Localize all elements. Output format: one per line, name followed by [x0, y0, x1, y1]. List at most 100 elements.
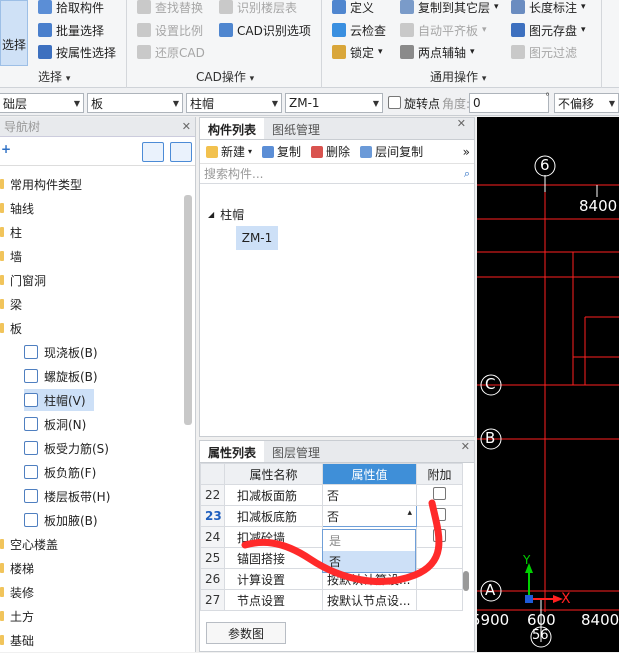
- nav-item[interactable]: 梁: [0, 293, 22, 315]
- nav-item[interactable]: 轴线: [0, 197, 34, 219]
- category-select[interactable]: 板 ▼: [87, 93, 183, 113]
- angle-unit: °: [545, 92, 550, 103]
- nav-item[interactable]: 板洞(N): [24, 413, 94, 435]
- search-icon[interactable]: ⌕: [464, 167, 470, 181]
- lock-button[interactable]: 锁定 ▾: [332, 42, 383, 62]
- floor-select[interactable]: 础层 ▼: [0, 93, 84, 113]
- nav-item[interactable]: 土方: [0, 605, 34, 627]
- recognize-floor-table-button[interactable]: 识别楼层表: [219, 0, 297, 17]
- nav-scrollbar[interactable]: [184, 195, 192, 425]
- component-tree-parent[interactable]: ◢ 柱帽: [208, 206, 244, 223]
- type-select[interactable]: 柱帽 ▼: [186, 93, 282, 113]
- nav-item[interactable]: 空心楼盖: [0, 533, 58, 555]
- bottom-dimension-1: 5900: [477, 611, 510, 629]
- element-save-button[interactable]: 图元存盘 ▾: [511, 20, 586, 40]
- close-icon[interactable]: ✕: [457, 117, 466, 130]
- more-icon[interactable]: »: [463, 145, 470, 159]
- rotate-point-label: 旋转点: [404, 97, 441, 111]
- nav-item[interactable]: 螺旋板(B): [24, 365, 106, 387]
- bottom-dimension-3: 8400: [581, 611, 619, 629]
- delete-icon: [311, 145, 324, 158]
- pick-component-button[interactable]: 拾取构件: [38, 0, 104, 17]
- ucs-icon: [525, 563, 563, 603]
- top-dimension-label: 8400: [579, 197, 618, 215]
- folder-icon: [0, 299, 4, 309]
- component-tree-child[interactable]: ZM-1: [236, 226, 278, 250]
- offset-select[interactable]: 不偏移 ▼: [554, 93, 619, 113]
- two-point-axis-button[interactable]: 两点辅轴 ▾: [400, 42, 475, 62]
- new-button[interactable]: 新建 ▾: [206, 143, 252, 160]
- scale-icon: [137, 23, 151, 37]
- element-filter-button[interactable]: 图元过滤: [511, 42, 577, 62]
- nav-item[interactable]: 楼梯: [0, 557, 34, 579]
- folder-icon: [0, 251, 4, 261]
- nav-item[interactable]: 现浇板(B): [24, 341, 106, 363]
- close-icon[interactable]: ✕: [182, 120, 191, 133]
- auto-align-slab-button[interactable]: 自动平齐板 ▾: [400, 20, 487, 40]
- nav-item[interactable]: 柱帽(V): [24, 389, 94, 411]
- component-type-icon: [24, 441, 38, 455]
- delete-button[interactable]: 删除: [311, 143, 350, 160]
- search-input[interactable]: 搜索构件...: [204, 165, 263, 182]
- define-button[interactable]: 定义: [332, 0, 374, 17]
- cad-group-label: CAD操作 ▾: [196, 70, 255, 84]
- floor-table-icon: [219, 0, 233, 14]
- folder-icon: [0, 563, 4, 573]
- grid-view-icon[interactable]: [170, 142, 192, 162]
- nav-item-label: 装修: [10, 585, 35, 600]
- define-icon: [332, 0, 346, 14]
- component-type-icon: [24, 417, 38, 431]
- nav-item[interactable]: 板加腋(B): [24, 509, 106, 531]
- nav-item[interactable]: 装修: [0, 581, 34, 603]
- component-select[interactable]: ZM-1 ▼: [285, 93, 383, 113]
- common-group-label: 通用操作 ▾: [430, 70, 487, 84]
- add-icon[interactable]: +: [1, 142, 11, 156]
- nav-item[interactable]: 楼层板带(H): [24, 485, 118, 507]
- folder-icon: [0, 611, 4, 621]
- nav-item[interactable]: 柱: [0, 221, 22, 243]
- nav-item[interactable]: 板受力筋(S): [24, 437, 117, 459]
- nav-item-label: 梁: [10, 297, 23, 312]
- nav-item[interactable]: 墙: [0, 245, 22, 267]
- collapse-icon[interactable]: ◢: [208, 210, 214, 219]
- tab-component-list[interactable]: 构件列表: [200, 118, 265, 139]
- nav-item-label: 螺旋板(B): [44, 369, 98, 384]
- nav-tools: +: [0, 138, 195, 166]
- nav-item[interactable]: 常用构件类型: [0, 173, 82, 195]
- folder-icon: [0, 323, 4, 333]
- y-axis-label: Y: [523, 553, 531, 567]
- batch-select-button[interactable]: 批量选择: [38, 20, 104, 40]
- nav-item-label: 轴线: [10, 201, 35, 216]
- component-search[interactable]: 搜索构件... ⌕: [200, 164, 474, 184]
- cad-drawing-canvas[interactable]: 6 8400 C B A Y X 5900 600 8400 56: [477, 117, 619, 652]
- copy-button[interactable]: 复制: [262, 143, 301, 160]
- cloud-check-button[interactable]: 云检查: [332, 20, 386, 40]
- nav-item-label: 板负筋(F): [44, 465, 97, 480]
- find-replace-button[interactable]: 查找替换: [137, 0, 203, 17]
- folder-icon: [0, 179, 4, 189]
- length-dimension-button[interactable]: 长度标注 ▾: [511, 0, 586, 17]
- component-tabs: 构件列表 图纸管理 ✕: [200, 117, 474, 140]
- tab-drawing-management[interactable]: 图纸管理: [264, 118, 328, 139]
- select-by-property-button[interactable]: 按属性选择: [38, 42, 116, 62]
- select-big-button[interactable]: 选择: [0, 0, 28, 66]
- floor-copy-button[interactable]: 层间复制: [360, 143, 423, 160]
- nav-item-label: 板洞(N): [44, 417, 87, 432]
- set-scale-button[interactable]: 设置比例: [137, 20, 203, 40]
- copy-icon: [262, 145, 275, 158]
- restore-cad-button[interactable]: 还原CAD: [137, 42, 205, 62]
- rotate-point-checkbox[interactable]: [388, 96, 401, 109]
- angle-input[interactable]: 0: [469, 93, 549, 113]
- nav-item-label: 柱帽(V): [44, 393, 86, 408]
- property-toolbar: 础层 ▼ 板 ▼ 柱帽 ▼ ZM-1 ▼ 旋转点 角度: 0 ° 不偏移 ▼: [0, 88, 619, 116]
- cad-recognize-options-button[interactable]: CAD识别选项: [219, 20, 311, 40]
- nav-item[interactable]: 板负筋(F): [24, 461, 104, 483]
- copy-to-other-floor-button[interactable]: 复制到其它层 ▾: [400, 0, 499, 17]
- nav-item[interactable]: 门窗洞: [0, 269, 46, 291]
- nav-item[interactable]: 基础: [0, 629, 34, 651]
- nav-item[interactable]: 板: [0, 317, 22, 339]
- select-big-label: 选择: [1, 38, 26, 52]
- nav-item-label: 楼梯: [10, 561, 35, 576]
- select-group-label: 选择 ▾: [38, 70, 71, 84]
- list-view-icon[interactable]: [142, 142, 164, 162]
